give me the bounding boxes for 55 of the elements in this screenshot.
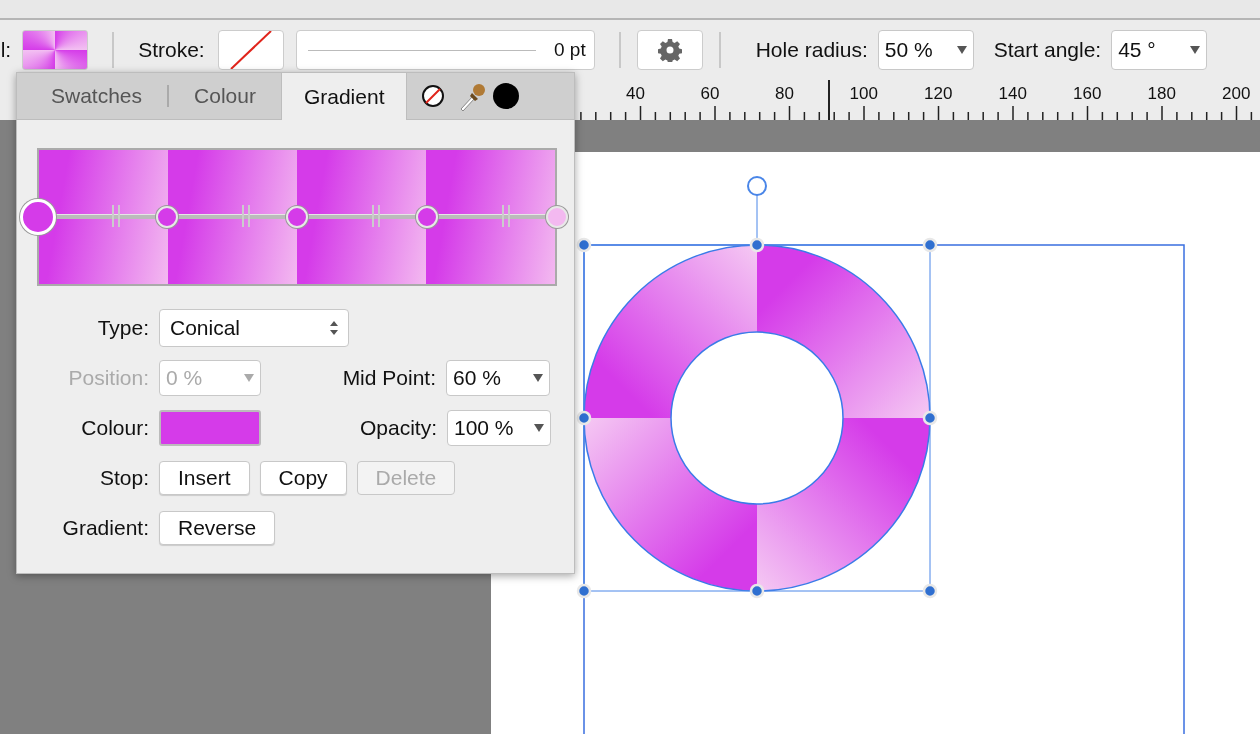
ruler-label: 60 xyxy=(700,84,721,104)
ruler-label: 80 xyxy=(775,84,795,104)
midpoint-handle[interactable] xyxy=(372,205,380,227)
opacity-dropdown[interactable]: 100 % xyxy=(447,410,551,446)
gradient-label: Gradient: xyxy=(61,516,149,540)
stroke-swatch[interactable] xyxy=(217,30,284,70)
resize-handle[interactable] xyxy=(576,410,592,426)
stop-label: Stop: xyxy=(98,466,149,490)
hole-radius-label: Hole radius: xyxy=(755,38,868,62)
gradient-stop[interactable] xyxy=(416,206,438,228)
opacity-label: Opacity: xyxy=(358,416,437,440)
mid-point-label: Mid Point: xyxy=(341,366,436,390)
start-angle-dropdown[interactable]: 45 ° xyxy=(1111,30,1208,70)
ruler-label: 40 xyxy=(626,84,646,104)
settings-button[interactable] xyxy=(636,30,703,70)
ruler-label: 100 xyxy=(849,84,879,104)
ruler-label: 200 xyxy=(1222,84,1252,104)
stop-button[interactable]: Copy xyxy=(259,461,347,495)
resize-handle[interactable] xyxy=(576,237,592,253)
resize-handle[interactable] xyxy=(922,583,938,599)
reverse-button[interactable]: Reverse xyxy=(159,511,276,545)
panel-tab[interactable]: Swatches xyxy=(17,73,168,119)
ruler-label: 180 xyxy=(1147,84,1177,104)
colour-well[interactable] xyxy=(493,83,520,109)
type-dropdown[interactable]: Conical xyxy=(159,309,349,347)
panel-tab[interactable]: Colour xyxy=(169,73,281,119)
midpoint-handle[interactable] xyxy=(112,205,120,227)
resize-handle[interactable] xyxy=(749,583,765,599)
start-angle-label: Start angle: xyxy=(993,38,1102,62)
resize-handle[interactable] xyxy=(576,583,592,599)
midpoint-handle[interactable] xyxy=(502,205,510,227)
stepper-icon xyxy=(330,321,338,335)
mid-point-dropdown[interactable]: 60 % xyxy=(446,360,550,396)
stroke-label: Stroke: xyxy=(138,38,205,62)
colour-swatch[interactable] xyxy=(159,410,261,446)
no-fill-icon[interactable] xyxy=(421,84,446,108)
fill-label: ll: xyxy=(0,38,12,62)
resize-handle[interactable] xyxy=(922,410,938,426)
position-label: Position: xyxy=(67,366,149,390)
resize-handle[interactable] xyxy=(922,237,938,253)
settings-icon xyxy=(657,38,682,62)
stop-button[interactable]: Insert xyxy=(159,461,250,495)
ruler-label: 140 xyxy=(998,84,1028,104)
ruler-label: 160 xyxy=(1073,84,1103,104)
stroke-width-field[interactable]: 0 pt xyxy=(295,30,595,70)
ruler-label: 120 xyxy=(924,84,954,104)
hole-radius-dropdown[interactable]: 50 % xyxy=(877,30,974,70)
colour-label: Colour: xyxy=(80,416,149,440)
fill-swatch[interactable] xyxy=(22,30,89,70)
midpoint-handle[interactable] xyxy=(242,205,250,227)
resize-handle[interactable] xyxy=(749,237,765,253)
gradient-stop[interactable] xyxy=(156,206,178,228)
gradient-stop[interactable] xyxy=(286,206,308,228)
type-label: Type: xyxy=(96,316,149,340)
panel-tab[interactable]: Gradient xyxy=(280,73,408,120)
